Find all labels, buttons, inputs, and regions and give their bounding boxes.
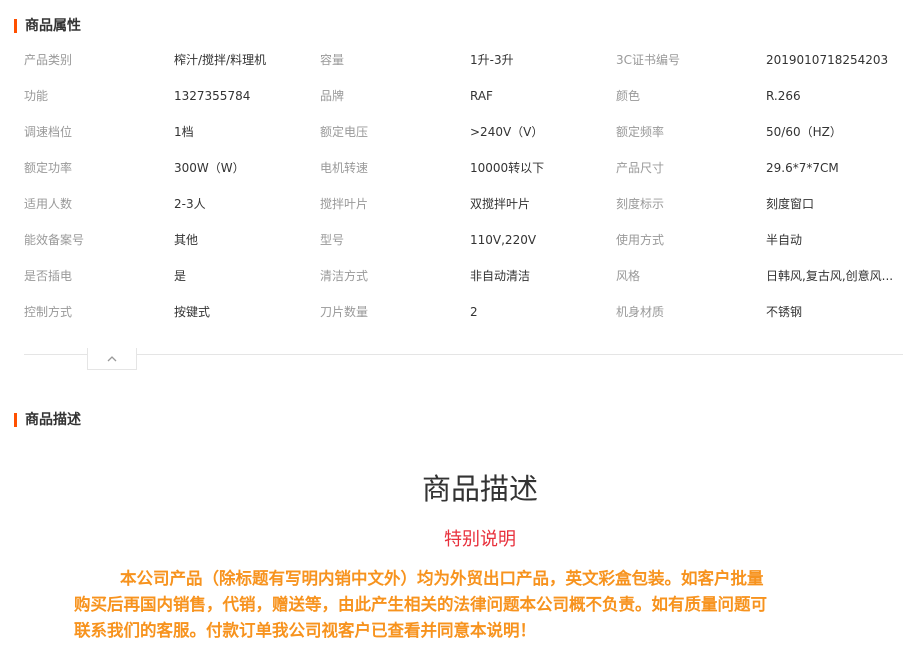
attribute-key: 调速档位: [24, 125, 73, 139]
attribute-row: 额定功率 300W（W） 电机转速 10000转以下 产品尺寸 29.6*7*7…: [24, 152, 903, 188]
attribute-key: 刻度标示: [616, 197, 665, 211]
attribute-value: 刻度窗口: [766, 197, 815, 211]
attribute-key: 额定功率: [24, 161, 73, 175]
attribute-value: 双搅拌叶片: [470, 197, 531, 211]
attributes-divider: [24, 354, 903, 355]
notice-line: 购买后再国内销售，代销，赠送等，由此产生相关的法律问题本公司概不负责。如有质量问…: [74, 595, 767, 614]
description-heading: 商品描述: [421, 472, 538, 506]
collapse-attributes-button[interactable]: [87, 348, 137, 370]
attribute-row: 能效备案号 其他 型号 110V,220V 使用方式 半自动: [24, 224, 903, 260]
notice-line: 本公司产品（除标题有写明内销中文外）均为外贸出口产品，英文彩盒包装。如客户批量: [120, 569, 764, 588]
attribute-row: 调速档位 1档 额定电压 >240V（V） 额定频率 50/60（HZ）: [24, 116, 903, 152]
attribute-key: 型号: [320, 233, 345, 247]
attribute-value: 10000转以下: [470, 161, 545, 175]
attribute-row: 适用人数 2-3人 搅拌叶片 双搅拌叶片 刻度标示 刻度窗口: [24, 188, 903, 224]
special-notice-heading: 特别说明: [444, 529, 516, 550]
attribute-row: 是否插电 是 清洁方式 非自动清洁 风格 日韩风,复古风,创意风...: [24, 260, 903, 296]
attribute-key: 搅拌叶片: [320, 197, 369, 211]
attribute-value: 2-3人: [174, 197, 206, 211]
attributes-title-text: 商品属性: [25, 18, 81, 34]
attribute-key: 清洁方式: [320, 269, 369, 283]
attribute-value: 1升-3升: [470, 53, 514, 67]
attribute-value: >240V（V）: [470, 125, 544, 139]
notice-paragraph: 本公司产品（除标题有写明内销中文外）均为外贸出口产品，英文彩盒包装。如客户批量 …: [74, 566, 874, 644]
attribute-key: 机身材质: [616, 305, 665, 319]
attribute-row: 产品类别 榨汁/搅拌/料理机 容量 1升-3升 3C证书编号 201901071…: [24, 44, 903, 80]
attribute-key: 额定电压: [320, 125, 369, 139]
attribute-value: 榨汁/搅拌/料理机: [174, 53, 267, 67]
attribute-row: 功能 1327355784 品牌 RAF 颜色 R.266: [24, 80, 903, 116]
attribute-key: 3C证书编号: [616, 53, 681, 67]
description-section-title: 商品描述: [14, 412, 81, 428]
attribute-key: 适用人数: [24, 197, 73, 211]
attribute-value: 不锈钢: [766, 305, 803, 319]
attribute-value: 1327355784: [174, 89, 251, 103]
attribute-key: 是否插电: [24, 269, 73, 283]
attribute-key: 颜色: [616, 89, 641, 103]
attribute-value: 300W（W）: [174, 161, 245, 175]
attribute-value: 半自动: [766, 233, 803, 247]
attribute-value: 29.6*7*7CM: [766, 161, 839, 175]
section-accent-bar: [14, 19, 17, 33]
attribute-value: 日韩风,复古风,创意风...: [766, 269, 894, 283]
notice-line: 联系我们的客服。付款订单我公司视客户已查看并同意本说明！: [74, 621, 536, 640]
attribute-key: 产品类别: [24, 53, 73, 67]
attribute-value: 非自动清洁: [470, 269, 531, 283]
attribute-key: 控制方式: [24, 305, 73, 319]
section-accent-bar: [14, 413, 17, 427]
description-title-text: 商品描述: [25, 412, 81, 428]
attribute-value: RAF: [470, 89, 493, 103]
attribute-key: 品牌: [320, 89, 345, 103]
attribute-value: 50/60（HZ）: [766, 125, 842, 139]
attribute-key: 风格: [616, 269, 641, 283]
chevron-up-icon: [107, 355, 117, 362]
attribute-value: 2: [470, 305, 478, 319]
attribute-key: 产品尺寸: [616, 161, 665, 175]
attribute-key: 能效备案号: [24, 233, 85, 247]
attribute-value: 按键式: [174, 305, 211, 319]
attribute-row: 控制方式 按键式 刀片数量 2 机身材质 不锈钢: [24, 296, 903, 332]
attribute-key: 容量: [320, 53, 345, 67]
attribute-key: 使用方式: [616, 233, 665, 247]
attribute-value: 是: [174, 269, 187, 283]
attribute-value: 110V,220V: [470, 233, 537, 247]
attribute-key: 刀片数量: [320, 305, 369, 319]
attributes-table: 产品类别 榨汁/搅拌/料理机 容量 1升-3升 3C证书编号 201901071…: [24, 44, 903, 332]
attributes-section-title: 商品属性: [14, 18, 81, 34]
attribute-key: 电机转速: [320, 161, 369, 175]
attribute-value: 2019010718254203: [766, 53, 889, 67]
attribute-value: 1档: [174, 125, 194, 139]
attribute-key: 功能: [24, 89, 49, 103]
attribute-value: R.266: [766, 89, 801, 103]
attribute-value: 其他: [174, 233, 199, 247]
attribute-key: 额定频率: [616, 125, 665, 139]
